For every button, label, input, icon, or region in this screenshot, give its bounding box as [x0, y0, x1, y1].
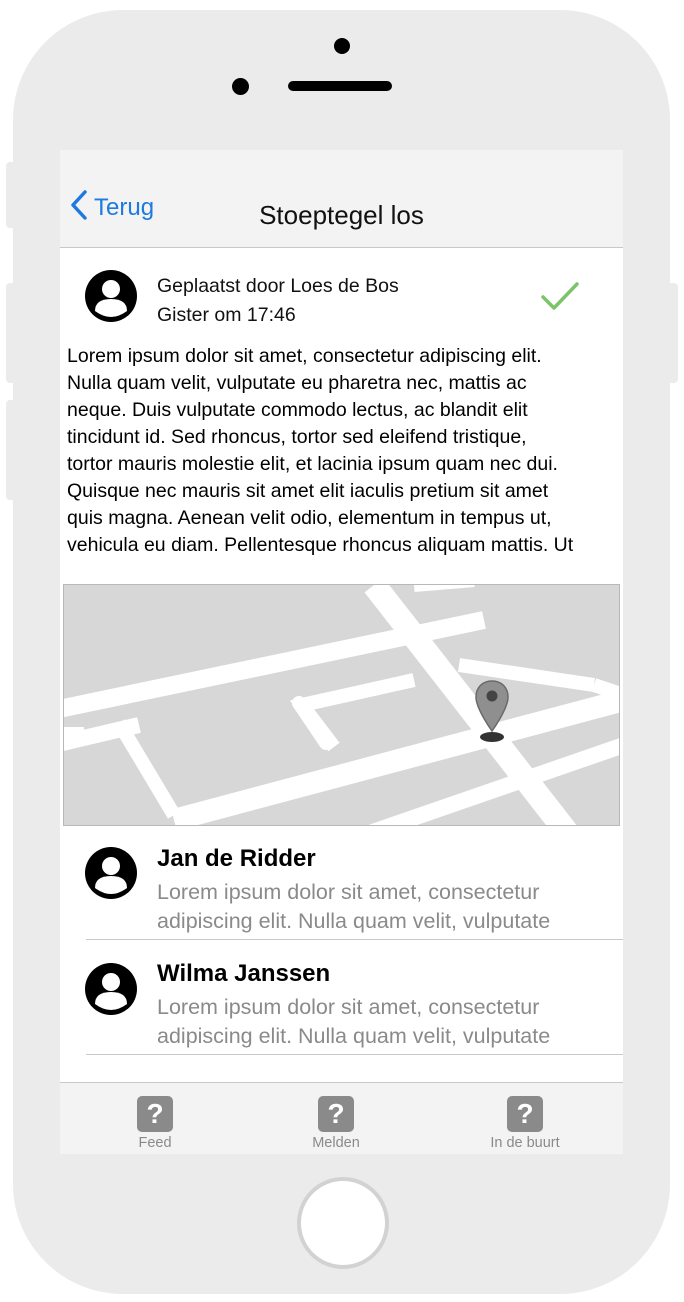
comment-divider [86, 1054, 623, 1055]
post-body-line: quis magna. Aenean velit odio, elementum… [67, 507, 552, 529]
comment-text-line: Lorem ipsum dolor sit amet, consectetur [157, 880, 540, 904]
home-button[interactable] [297, 1177, 389, 1269]
tab-label: Feed [138, 1135, 172, 1151]
checkmark-icon [540, 280, 580, 317]
tab-feed[interactable]: ? Feed [95, 1096, 215, 1151]
post-body-line: Nulla quam velit, vulputate eu pharetra … [67, 372, 527, 394]
tab-label: In de buurt [490, 1135, 560, 1151]
tab-label: Melden [312, 1135, 360, 1151]
front-camera [334, 38, 350, 54]
post-body: Lorem ipsum dolor sit amet, consectetur … [67, 343, 619, 559]
tab-in-de-buurt[interactable]: ? In de buurt [465, 1096, 585, 1151]
question-mark-icon: ? [507, 1096, 543, 1132]
mute-switch [6, 162, 16, 228]
user-avatar-icon[interactable] [85, 270, 137, 327]
comment-divider [86, 939, 623, 940]
comment-author: Wilma Janssen [157, 960, 331, 987]
posted-by: Geplaatst door Loes de Bos [157, 275, 399, 297]
tab-melden[interactable]: ? Melden [276, 1096, 396, 1151]
post-body-line: tincidunt id. Sed rhoncus, tortor sed el… [67, 426, 527, 448]
post-body-line: neque. Duis vulputate commodo lectus, ac… [67, 399, 528, 421]
post-body-line: Quisque nec mauris sit amet elit iaculis… [67, 480, 549, 502]
navigation-bar: Terug Stoeptegel los [60, 150, 623, 248]
comment-text-line: Lorem ipsum dolor sit amet, consectetur [157, 995, 540, 1019]
comment-text: Lorem ipsum dolor sit amet, consectetur … [157, 878, 597, 936]
page-title: Stoeptegel los [259, 200, 424, 230]
power-button [668, 283, 678, 383]
app-screen: Terug Stoeptegel los Geplaatst door Loes… [60, 150, 623, 1154]
post-body-line: tortor mauris molestie elit, et lacinia … [67, 453, 558, 475]
user-avatar-icon[interactable] [85, 847, 137, 904]
question-mark-icon: ? [137, 1096, 173, 1132]
map-streets [64, 585, 619, 825]
volume-down-button [6, 400, 16, 500]
comment-author: Jan de Ridder [157, 845, 316, 872]
map-pin-icon[interactable] [474, 679, 510, 748]
location-map[interactable] [63, 584, 620, 826]
post-body-line: vehicula eu diam. Pellentesque rhoncus a… [67, 534, 574, 556]
earpiece-speaker [288, 81, 392, 91]
comment-text-line: adipiscing elit. Nulla quam velit, vulpu… [157, 1024, 551, 1048]
volume-up-button [6, 283, 16, 383]
posted-at: Gister om 17:46 [157, 304, 296, 326]
comment-text: Lorem ipsum dolor sit amet, consectetur … [157, 993, 597, 1051]
comment-text-line: adipiscing elit. Nulla quam velit, vulpu… [157, 909, 551, 933]
tab-bar: ? Feed ? Melden ? In de buurt [60, 1082, 623, 1154]
question-mark-icon: ? [318, 1096, 354, 1132]
post-body-line: Lorem ipsum dolor sit amet, consectetur … [67, 345, 542, 367]
proximity-sensor [232, 78, 249, 95]
user-avatar-icon[interactable] [85, 963, 137, 1020]
